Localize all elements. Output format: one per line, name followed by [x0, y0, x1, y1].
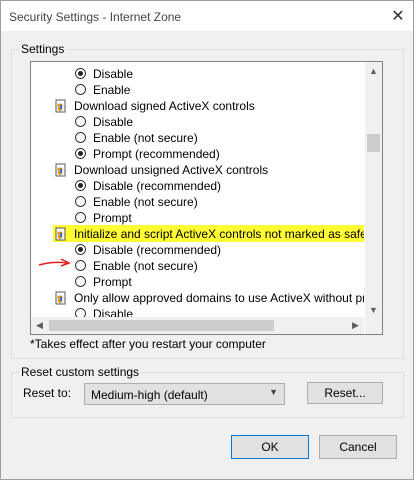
- chevron-down-icon: ▼: [269, 387, 278, 397]
- setting-option-label: Disable: [93, 115, 134, 129]
- setting-option[interactable]: Disable: [31, 114, 133, 130]
- setting-heading-label: Download unsigned ActiveX controls: [74, 163, 269, 177]
- scroll-left-icon[interactable]: ◀: [31, 317, 48, 334]
- setting-option[interactable]: Disable (recommended): [31, 178, 221, 194]
- setting-option[interactable]: Prompt: [31, 210, 132, 226]
- setting-option[interactable]: Enable (not secure): [31, 130, 198, 146]
- setting-heading-label: Initialize and script ActiveX controls n…: [74, 227, 364, 241]
- scroll-corner: [365, 317, 382, 334]
- settings-group-label: Settings: [19, 42, 67, 56]
- setting-option-label: Prompt: [93, 275, 132, 289]
- ok-button[interactable]: OK: [231, 435, 309, 459]
- cancel-button[interactable]: Cancel: [319, 435, 397, 459]
- setting-option[interactable]: Enable: [31, 82, 130, 98]
- radio-button[interactable]: [75, 180, 86, 191]
- setting-option-label: Enable (not secure): [93, 131, 198, 145]
- setting-option[interactable]: Prompt: [31, 274, 132, 290]
- horizontal-scrollbar[interactable]: ◀ ▶: [31, 317, 364, 334]
- setting-heading: Only allow approved domains to use Activ…: [31, 290, 364, 306]
- setting-option-label: Disable (recommended): [93, 243, 222, 257]
- title-bar: Security Settings - Internet Zone ✕: [1, 1, 413, 31]
- setting-heading: Download unsigned ActiveX controls: [31, 162, 268, 178]
- document-settings-icon: [55, 163, 66, 177]
- radio-button[interactable]: [75, 212, 86, 223]
- vertical-scrollbar[interactable]: ▲ ▼: [365, 62, 382, 318]
- red-arrow-annotation-icon: [38, 258, 71, 267]
- security-settings-dialog: Security Settings - Internet Zone ✕ Sett…: [0, 0, 414, 480]
- vertical-scroll-thumb[interactable]: [367, 134, 380, 152]
- window-title: Security Settings - Internet Zone: [9, 10, 182, 24]
- settings-list-content: Disable Enable Download signed ActiveX con…: [31, 62, 364, 318]
- document-settings-icon: [55, 291, 66, 305]
- reset-level-select[interactable]: Medium-high (default) ▼: [84, 383, 285, 405]
- scroll-down-icon[interactable]: ▼: [365, 301, 382, 318]
- scroll-up-icon[interactable]: ▲: [365, 62, 382, 79]
- setting-heading-label: Download signed ActiveX controls: [74, 99, 255, 113]
- radio-button[interactable]: [75, 148, 86, 159]
- setting-option[interactable]: Enable (not secure): [31, 194, 198, 210]
- settings-list[interactable]: Disable Enable Download signed ActiveX con…: [30, 61, 383, 335]
- radio-button[interactable]: [75, 196, 86, 207]
- setting-option-label: Disable (recommended): [93, 179, 222, 193]
- radio-button[interactable]: [75, 68, 86, 79]
- radio-button[interactable]: [75, 132, 86, 143]
- close-icon[interactable]: ✕: [383, 1, 413, 31]
- horizontal-scroll-thumb[interactable]: [49, 320, 274, 331]
- document-settings-icon: [55, 227, 66, 241]
- radio-button[interactable]: [75, 84, 86, 95]
- setting-option-label: Disable: [93, 67, 134, 81]
- setting-heading: Download signed ActiveX controls: [31, 98, 255, 114]
- setting-option[interactable]: Disable: [31, 66, 133, 82]
- reset-button[interactable]: Reset...: [307, 382, 383, 404]
- setting-option-label: Enable: [93, 83, 131, 97]
- setting-option-label: Prompt: [93, 211, 132, 225]
- radio-button[interactable]: [75, 116, 86, 127]
- reset-to-label: Reset to:: [23, 386, 72, 400]
- radio-button[interactable]: [75, 276, 86, 287]
- scroll-right-icon[interactable]: ▶: [347, 317, 364, 334]
- setting-heading: Initialize and script ActiveX controls n…: [31, 226, 364, 242]
- setting-option-label: Prompt (recommended): [93, 147, 220, 161]
- setting-option-label: Enable (not secure): [93, 195, 198, 209]
- restart-note: *Takes effect after you restart your com…: [30, 337, 266, 351]
- reset-level-value: Medium-high (default): [91, 388, 208, 402]
- reset-group-label: Reset custom settings: [19, 365, 142, 379]
- setting-heading-label: Only allow approved domains to use Activ…: [74, 291, 364, 305]
- document-settings-icon: [55, 99, 66, 113]
- setting-option[interactable]: Prompt (recommended): [31, 146, 220, 162]
- setting-option-label: Enable (not secure): [93, 259, 198, 273]
